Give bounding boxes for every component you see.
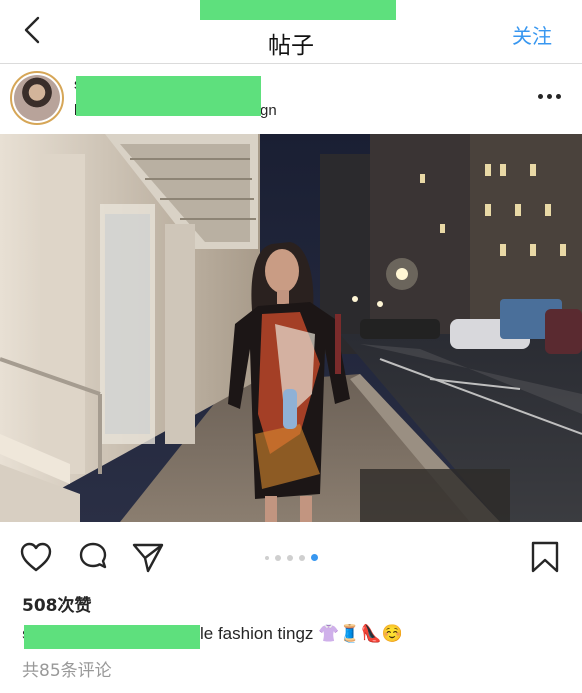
top-nav-bar: 帖子 关注 (0, 0, 582, 64)
likes-count[interactable]: 508次赞 (22, 591, 92, 616)
carousel-dot (274, 555, 281, 561)
redacted-account-name (200, 0, 396, 20)
page-title: 帖子 (268, 33, 314, 59)
carousel-dot (286, 555, 293, 561)
more-horizontal-icon (538, 93, 543, 99)
avatar[interactable] (10, 71, 64, 125)
post-header: s l gn (0, 64, 582, 134)
carousel-dot (264, 556, 269, 560)
more-dot (547, 93, 552, 99)
location-suffix: gn (260, 102, 277, 119)
caption: s le fashion tingz 👚🧵👠☺️ (22, 624, 582, 649)
redacted-caption-user (24, 625, 200, 649)
street-photo-illustration (0, 134, 582, 522)
more-dot (556, 93, 561, 99)
avatar-image (14, 75, 60, 121)
cut-off-text (22, 686, 152, 693)
carousel-dot-active (310, 554, 318, 561)
more-options-button[interactable] (538, 88, 564, 104)
view-comments-link[interactable]: 共85条评论 (22, 656, 112, 681)
carousel-indicator (0, 554, 582, 561)
follow-button[interactable]: 关注 (512, 20, 552, 49)
bookmark-icon[interactable] (529, 540, 561, 574)
redacted-user-info (76, 76, 261, 116)
caption-text: le fashion tingz 👚🧵👠☺️ (200, 624, 403, 643)
post-photo[interactable] (0, 134, 582, 522)
carousel-dot (298, 555, 305, 561)
action-bar (0, 522, 582, 592)
